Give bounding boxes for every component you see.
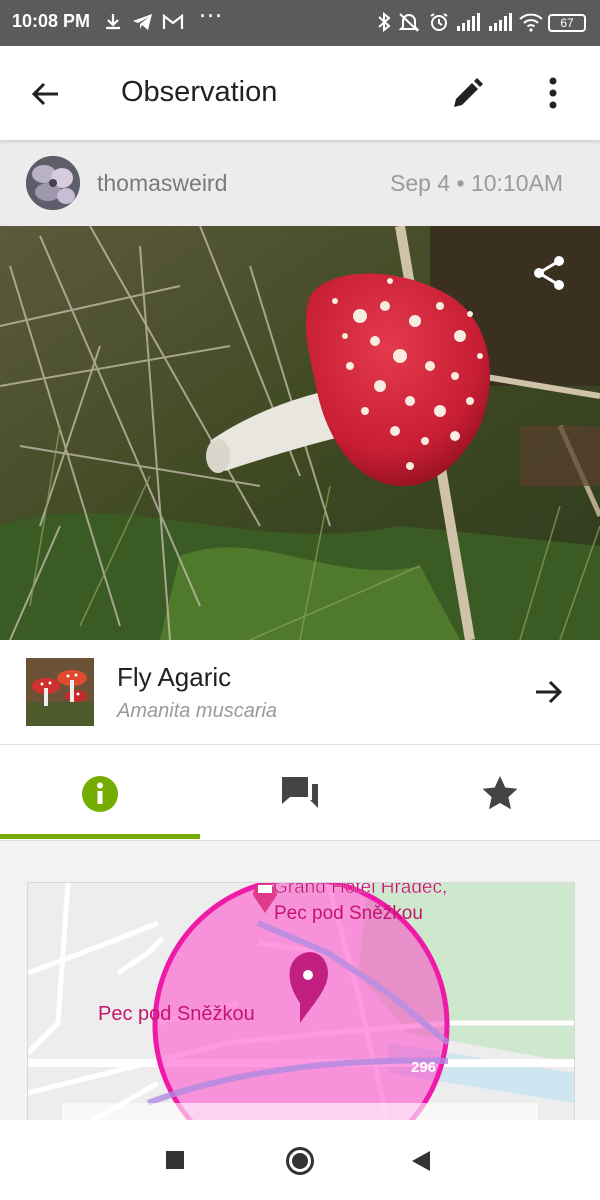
mute-icon (398, 13, 420, 32)
status-bar: 10:08 PM ··· 67 (0, 0, 600, 46)
star-icon (482, 776, 518, 810)
chat-icon (282, 777, 318, 808)
app-bar: Observation (0, 46, 600, 140)
taxon-thumbnail (26, 658, 94, 726)
tab-favorites[interactable] (400, 745, 600, 840)
tab-bar (0, 745, 600, 841)
telegram-icon (133, 14, 152, 30)
map-place-label: Pec pod Sněžkou (98, 1003, 255, 1025)
more-vert-icon[interactable] (540, 76, 566, 110)
wifi-icon (519, 13, 543, 32)
map-poi-label-line2: Pec pod Sněžkou (274, 903, 423, 924)
signal-icon (457, 13, 480, 31)
status-time: 10:08 PM (12, 11, 91, 31)
download-icon (106, 14, 120, 30)
tab-info[interactable] (0, 745, 200, 840)
observer-row[interactable]: thomasweird Sep 4 • 10:10AM (0, 140, 600, 226)
username[interactable]: thomasweird (97, 170, 227, 197)
bluetooth-icon (378, 12, 391, 32)
recents-square-icon[interactable] (165, 1150, 185, 1170)
location-map[interactable]: Grand Hotel Hradec, Pec pod Sněžkou Pec … (27, 882, 575, 1124)
signal-icon (489, 13, 512, 31)
pencil-icon[interactable] (450, 77, 484, 111)
alarm-icon (430, 13, 448, 31)
arrow-back-icon[interactable] (30, 78, 62, 110)
system-nav-bar (0, 1120, 600, 1200)
share-icon[interactable] (530, 254, 568, 292)
home-circle-icon[interactable] (285, 1146, 315, 1176)
mushroom-photo (0, 226, 600, 640)
tab-comments[interactable] (200, 745, 400, 840)
back-triangle-icon[interactable] (411, 1150, 431, 1172)
battery-indicator: 67 (548, 14, 586, 32)
page-title: Observation (121, 76, 278, 108)
active-tab-indicator (0, 834, 200, 839)
taxon-scientific-name: Amanita muscaria (117, 700, 278, 722)
gmail-icon (162, 13, 184, 29)
info-icon (82, 776, 118, 812)
observation-photo[interactable] (0, 226, 600, 640)
map-poi-label-line1: Grand Hotel Hradec, (273, 882, 448, 898)
observation-timestamp: Sep 4 • 10:10AM (390, 170, 563, 196)
arrow-forward-icon[interactable] (532, 676, 564, 708)
avatar[interactable] (26, 156, 80, 210)
more-dots-icon: ··· (200, 6, 224, 26)
map-road-number: 296 (411, 1059, 437, 1076)
taxon-row[interactable]: Fly Agaric Amanita muscaria (0, 640, 600, 745)
taxon-common-name: Fly Agaric (117, 662, 232, 692)
